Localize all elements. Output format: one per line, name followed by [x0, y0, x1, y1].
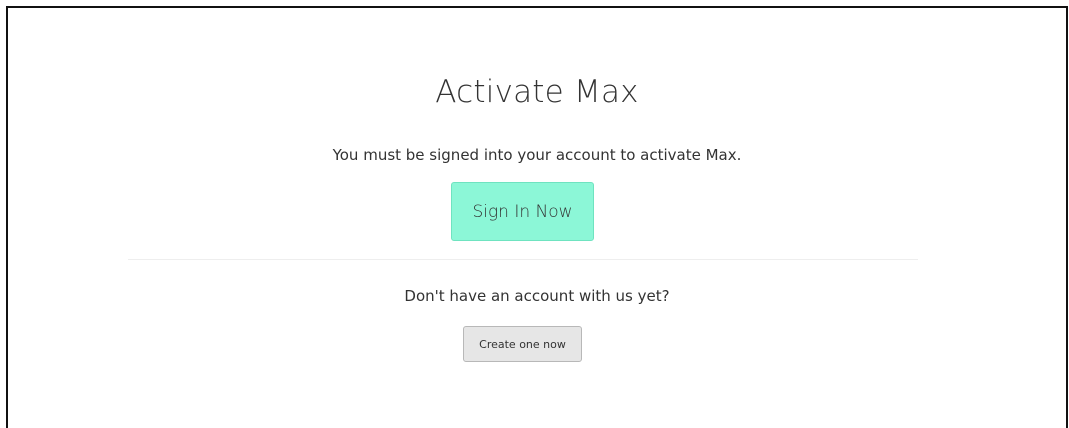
section-divider [128, 259, 918, 260]
signin-requirement-text: You must be signed into your account to … [332, 146, 742, 164]
page-frame: Activate Max You must be signed into you… [6, 6, 1068, 428]
create-account-button[interactable]: Create one now [463, 326, 582, 362]
no-account-prompt: Don't have an account with us yet? [404, 287, 670, 305]
sign-in-button[interactable]: Sign In Now [451, 182, 594, 241]
page-title: Activate Max [435, 74, 639, 110]
